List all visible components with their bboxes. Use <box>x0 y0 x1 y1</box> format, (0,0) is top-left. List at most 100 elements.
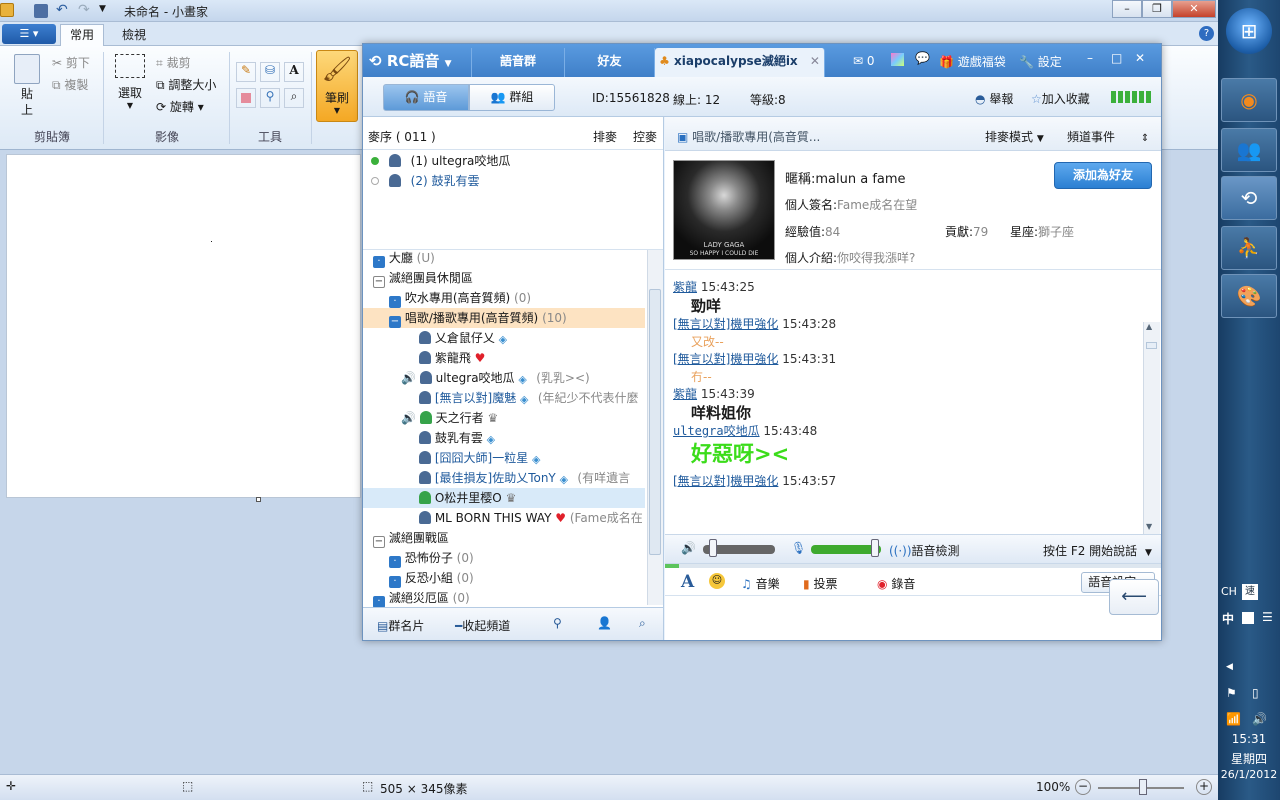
mode-group-button[interactable]: 👥 群組 <box>469 84 555 111</box>
counterstrike-taskbar-button[interactable]: ⛹ <box>1221 226 1277 270</box>
firefox-taskbar-button[interactable]: ◉ <box>1221 78 1277 122</box>
paint-app-icon[interactable] <box>0 3 14 17</box>
channel-counter-terrorists[interactable]: · 反恐小組 (0) <box>389 568 689 588</box>
language-indicator[interactable]: CH <box>1221 585 1237 598</box>
paint-taskbar-button[interactable]: 🎨 <box>1221 274 1277 318</box>
pencil-icon[interactable]: ✎ <box>236 62 256 82</box>
favorite-button[interactable]: ☆加入收藏 <box>1031 90 1090 107</box>
member-row[interactable]: ML BORN THIS WAY ♥ (Fame成名在 <box>419 508 663 528</box>
zoom-out-button[interactable]: − <box>1075 779 1091 795</box>
chat-scroll-down[interactable]: ▼ <box>1146 522 1152 531</box>
close-tab-icon[interactable]: ✕ <box>810 54 820 68</box>
location-icon[interactable]: ⚲ <box>553 616 562 630</box>
rotate-button[interactable]: ⟳ 旋轉 ▾ <box>156 98 204 115</box>
chat-log[interactable]: 紫龍 15:43:25 勁咩 [無言以對]機甲強化 15:43:28 又改-- … <box>665 270 1143 532</box>
queue-control-button[interactable]: 控麥 <box>633 128 657 145</box>
queue-item[interactable]: (1) ultegra咬地瓜 <box>371 151 671 171</box>
magnifier-icon[interactable]: ⌕ <box>284 88 304 108</box>
collapse-icon[interactable]: − <box>373 536 385 548</box>
tab-channel[interactable]: ♣ xiapocalypse滅絕ix ✕ <box>655 48 825 77</box>
paste-button[interactable]: 貼上 <box>8 52 46 122</box>
channel-singing-selected[interactable]: − 唱歌/播歌專用(高音質頻) (10) <box>363 308 645 328</box>
queue-item[interactable]: (2) 鼓乳有雲 <box>371 171 671 191</box>
device-icon[interactable]: ▯ <box>1252 686 1259 700</box>
add-friend-button[interactable]: 添加為好友 <box>1054 162 1152 189</box>
text-icon[interactable]: A <box>284 62 304 82</box>
zoom-in-button[interactable]: + <box>1196 779 1212 795</box>
message-input[interactable] <box>665 597 1161 640</box>
rc-close-button[interactable]: ✕ <box>1135 51 1145 65</box>
show-hidden-icons[interactable]: ◀ <box>1226 662 1233 672</box>
channel-chat[interactable]: · 吹水專用(高音質頻) (0) <box>389 288 689 308</box>
rc-maximize-button[interactable]: □ <box>1111 51 1122 65</box>
quick-access-dropdown-icon[interactable]: ▼ <box>99 4 106 14</box>
speaker-icon[interactable]: 🔊 <box>681 541 696 555</box>
chat-scrollbar-thumb[interactable] <box>1146 342 1157 349</box>
select-button[interactable]: 選取 ▼ <box>112 54 148 110</box>
cut-button[interactable]: ✂ 剪下 <box>52 54 90 71</box>
collapse-icon[interactable]: − <box>389 316 401 328</box>
copy-button[interactable]: ⧉ 複製 <box>52 76 88 93</box>
channel-battle-area[interactable]: − 滅絕團戰區 <box>373 528 673 548</box>
drawing-canvas[interactable] <box>6 154 361 498</box>
member-row[interactable]: [無言以對]魔魅 ◈ (年紀少不代表什麼 <box>419 388 663 408</box>
group-card-button[interactable]: ▤群名片 <box>377 617 424 634</box>
mode-voice-button[interactable]: 🎧 語音 <box>383 84 469 111</box>
queue-mode-dropdown[interactable]: 排麥模式 ▼ <box>985 128 1044 145</box>
tab-view[interactable]: 檢視 <box>112 26 156 43</box>
music-button[interactable]: ♫ 音樂 <box>741 575 780 592</box>
rc-minimize-button[interactable]: – <box>1087 51 1093 65</box>
channel-disaster-area[interactable]: · 滅絕災厄區 (0) <box>373 588 673 608</box>
undo-icon[interactable]: ↶ <box>56 2 68 18</box>
maximize-button[interactable]: ❐ <box>1142 0 1172 18</box>
crop-button[interactable]: ⌗ 裁剪 <box>156 54 191 71</box>
close-button[interactable]: ✕ <box>1172 0 1216 18</box>
person-icon[interactable]: 👤 <box>597 616 612 630</box>
ime-mode[interactable]: 中 <box>1222 610 1234 627</box>
emoji-icon[interactable]: ☺ <box>709 573 725 589</box>
report-button[interactable]: ◓ 舉報 <box>975 90 1013 107</box>
gift-bag-button[interactable]: 🎁 遊戲福袋 <box>939 53 1006 70</box>
minimize-button[interactable]: – <box>1112 0 1142 18</box>
font-icon[interactable]: A <box>681 572 694 592</box>
queue-sort-button[interactable]: 排麥 <box>593 128 617 145</box>
resize-button[interactable]: ⧉ 調整大小 <box>156 76 216 93</box>
voice-detect-button[interactable]: ((·))語音檢測 <box>889 542 960 559</box>
channel-events-dropdown[interactable]: 頻道事件 ⇕ <box>1067 128 1149 145</box>
mic-icon[interactable]: 🎙 <box>791 541 806 555</box>
mail-button[interactable]: ✉ 0 <box>853 54 875 68</box>
member-row[interactable]: [最佳損友]佐助乂TonY ◈ (有咩遺言 <box>419 468 663 488</box>
eraser-icon[interactable] <box>236 88 256 108</box>
save-icon[interactable] <box>34 4 48 18</box>
redo-icon[interactable]: ↷ <box>78 2 90 18</box>
canvas-resize-handle[interactable] <box>256 497 261 502</box>
rc-taskbar-button[interactable]: ⟲ <box>1221 176 1277 220</box>
push-to-talk-dropdown[interactable]: 按住 F2 開始說話 ▼ <box>1043 542 1152 559</box>
ime-icon[interactable]: 速 <box>1242 584 1258 600</box>
tab-voice-groups[interactable]: 語音群 <box>471 48 565 77</box>
ime-fullwidth-icon[interactable] <box>1242 612 1254 624</box>
settings-button[interactable]: 🔧 設定 <box>1019 53 1062 70</box>
action-center-icon[interactable]: ⚑ <box>1226 686 1237 700</box>
fill-icon[interactable]: ⛁ <box>260 62 280 82</box>
help-icon[interactable]: ? <box>1199 26 1214 41</box>
rc-logo[interactable]: ⟲ RC語音 ▼ <box>369 50 452 71</box>
tab-home[interactable]: 常用 <box>60 24 104 46</box>
collapse-channels-button[interactable]: ━收起頻道 <box>455 617 510 634</box>
tree-scrollbar-thumb[interactable] <box>649 289 661 555</box>
network-icon[interactable]: 📶 <box>1226 712 1241 726</box>
collapse-icon[interactable]: − <box>373 276 385 288</box>
mic-volume-thumb[interactable] <box>871 539 879 557</box>
app-menu-button[interactable]: ☰ ▾ <box>2 24 56 44</box>
search-icon[interactable]: ⌕ <box>639 616 646 631</box>
ime-menu-icon[interactable]: ☰ <box>1262 610 1273 624</box>
chat-icon[interactable]: 💬 <box>915 51 930 65</box>
send-button[interactable]: ⟵ <box>1109 579 1159 615</box>
speaker-volume-thumb[interactable] <box>709 539 717 557</box>
record-button[interactable]: ◉ 錄音 <box>877 575 915 592</box>
clock-weekday[interactable]: 星期四 <box>1218 750 1280 767</box>
messenger-taskbar-button[interactable]: 👥 <box>1221 128 1277 172</box>
channel-rest-area[interactable]: − 滅絕團員休閒區 <box>373 268 673 288</box>
chat-scrollbar[interactable] <box>1143 322 1160 534</box>
zoom-slider-thumb[interactable] <box>1139 779 1147 795</box>
